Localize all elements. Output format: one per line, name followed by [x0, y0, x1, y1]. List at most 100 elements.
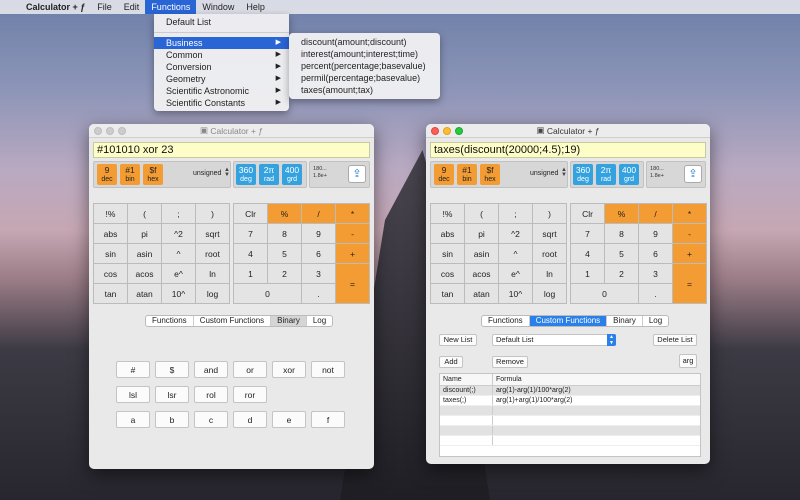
key-xor[interactable]: xor [272, 361, 306, 378]
key-or[interactable]: or [233, 361, 267, 378]
rad-button[interactable]: 2π rad [259, 164, 279, 185]
key-3[interactable]: 3 [639, 264, 672, 283]
key-divide[interactable]: / [302, 204, 335, 223]
menu-item-geometry[interactable]: Geometry ▶ [154, 73, 289, 85]
menu-item-default-list[interactable]: Default List [154, 16, 289, 28]
key-plus[interactable]: + [336, 244, 369, 263]
key-4[interactable]: 4 [571, 244, 604, 263]
range-toggle[interactable]: 180... 1.8e+ [650, 166, 664, 180]
column-header-name[interactable]: Name [440, 374, 493, 385]
minimize-icon[interactable] [106, 127, 114, 135]
key-0[interactable]: 0 [571, 284, 638, 303]
bin-button[interactable]: #1 bin [457, 164, 477, 185]
table-row[interactable]: taxes(;) arg(1)+arg(1)/100*arg(2) [440, 396, 700, 406]
list-select[interactable]: Default List ▲ ▼ [492, 334, 616, 346]
key-5[interactable]: 5 [268, 244, 301, 263]
add-button[interactable]: Add [439, 356, 463, 368]
hex-button[interactable]: $f hex [480, 164, 500, 185]
key-acos[interactable]: acos [465, 264, 498, 283]
key-and[interactable]: and [194, 361, 228, 378]
key-2[interactable]: 2 [268, 264, 301, 283]
submenu-item-interest[interactable]: interest(amount;interest;time) [289, 48, 440, 60]
key-4[interactable]: 4 [234, 244, 267, 263]
key-sin[interactable]: sin [94, 244, 127, 263]
key-sqrt[interactable]: sqrt [533, 224, 566, 243]
key-ror[interactable]: ror [233, 386, 267, 403]
tab-functions[interactable]: Functions [482, 316, 530, 326]
key-8[interactable]: 8 [268, 224, 301, 243]
dec-button[interactable]: 9 dec [97, 164, 117, 185]
apple-icon[interactable] [0, 0, 20, 14]
menu-item-scientific-astronomic[interactable]: Scientific Astronomic ▶ [154, 85, 289, 97]
key-semicolon[interactable]: ; [499, 204, 532, 223]
key-lsl[interactable]: lsl [116, 386, 150, 403]
key-atan[interactable]: atan [465, 284, 498, 303]
key-log[interactable]: log [196, 284, 229, 303]
grd-button[interactable]: 400 grd [619, 164, 639, 185]
key-8[interactable]: 8 [605, 224, 638, 243]
arg-button[interactable]: arg [679, 354, 697, 368]
key-9[interactable]: 9 [302, 224, 335, 243]
menu-item-common[interactable]: Common ▶ [154, 49, 289, 61]
key-cos[interactable]: cos [94, 264, 127, 283]
key-decimal[interactable]: . [302, 284, 335, 303]
menu-file[interactable]: File [91, 0, 118, 14]
deg-button[interactable]: 360 deg [573, 164, 593, 185]
menu-functions[interactable]: Functions [145, 0, 197, 14]
key-3[interactable]: 3 [302, 264, 335, 283]
key-open-paren[interactable]: ( [465, 204, 498, 223]
key-acos[interactable]: acos [128, 264, 161, 283]
key-ln[interactable]: ln [533, 264, 566, 283]
key-equals[interactable]: = [673, 264, 706, 303]
window-titlebar[interactable]: ▣ Calculator + ƒ [426, 124, 710, 138]
tab-log[interactable]: Log [307, 316, 332, 326]
stepper-icon[interactable]: ▲ ▼ [561, 167, 567, 178]
close-icon[interactable] [94, 127, 102, 135]
new-list-button[interactable]: New List [439, 334, 477, 346]
key-6[interactable]: 6 [302, 244, 335, 263]
hex-button[interactable]: $f hex [143, 164, 163, 185]
submenu-item-permil[interactable]: permil(percentage;basevalue) [289, 72, 440, 84]
key-5[interactable]: 5 [605, 244, 638, 263]
key-abs[interactable]: abs [431, 224, 464, 243]
menu-app-name[interactable]: Calculator + ƒ [20, 0, 91, 14]
key-hex-a[interactable]: a [116, 411, 150, 428]
expression-display[interactable]: #101010 xor 23 [93, 142, 370, 158]
rad-button[interactable]: 2π rad [596, 164, 616, 185]
menu-help[interactable]: Help [240, 0, 271, 14]
key-6[interactable]: 6 [639, 244, 672, 263]
key-0[interactable]: 0 [234, 284, 301, 303]
key-7[interactable]: 7 [234, 224, 267, 243]
dec-button[interactable]: 9 dec [434, 164, 454, 185]
key-cos[interactable]: cos [431, 264, 464, 283]
key-minus[interactable]: - [336, 224, 369, 243]
key-power[interactable]: ^ [499, 244, 532, 263]
key-minus[interactable]: - [673, 224, 706, 243]
key-pi[interactable]: pi [128, 224, 161, 243]
close-icon[interactable] [431, 127, 439, 135]
table-row[interactable]: discount(;) arg(1)-arg(1)/100*arg(2) [440, 386, 700, 396]
key-lsr[interactable]: lsr [155, 386, 189, 403]
bin-button[interactable]: #1 bin [120, 164, 140, 185]
key-ten-power[interactable]: 10^ [499, 284, 532, 303]
key-clear[interactable]: Clr [234, 204, 267, 223]
key-plus[interactable]: + [673, 244, 706, 263]
menu-item-scientific-constants[interactable]: Scientific Constants ▶ [154, 97, 289, 109]
key-hex-c[interactable]: c [194, 411, 228, 428]
key-root[interactable]: root [196, 244, 229, 263]
key-square[interactable]: ^2 [499, 224, 532, 243]
key-power[interactable]: ^ [162, 244, 195, 263]
key-divide[interactable]: / [639, 204, 672, 223]
key-factorial[interactable]: !% [94, 204, 127, 223]
key-semicolon[interactable]: ; [162, 204, 195, 223]
tab-binary[interactable]: Binary [607, 316, 643, 326]
key-sqrt[interactable]: sqrt [196, 224, 229, 243]
key-decimal[interactable]: . [639, 284, 672, 303]
tab-functions[interactable]: Functions [146, 316, 194, 326]
key-sin[interactable]: sin [431, 244, 464, 263]
key-1[interactable]: 1 [234, 264, 267, 283]
deg-button[interactable]: 360 deg [236, 164, 256, 185]
key-tan[interactable]: tan [431, 284, 464, 303]
key-hex-b[interactable]: b [155, 411, 189, 428]
key-clear[interactable]: Clr [571, 204, 604, 223]
